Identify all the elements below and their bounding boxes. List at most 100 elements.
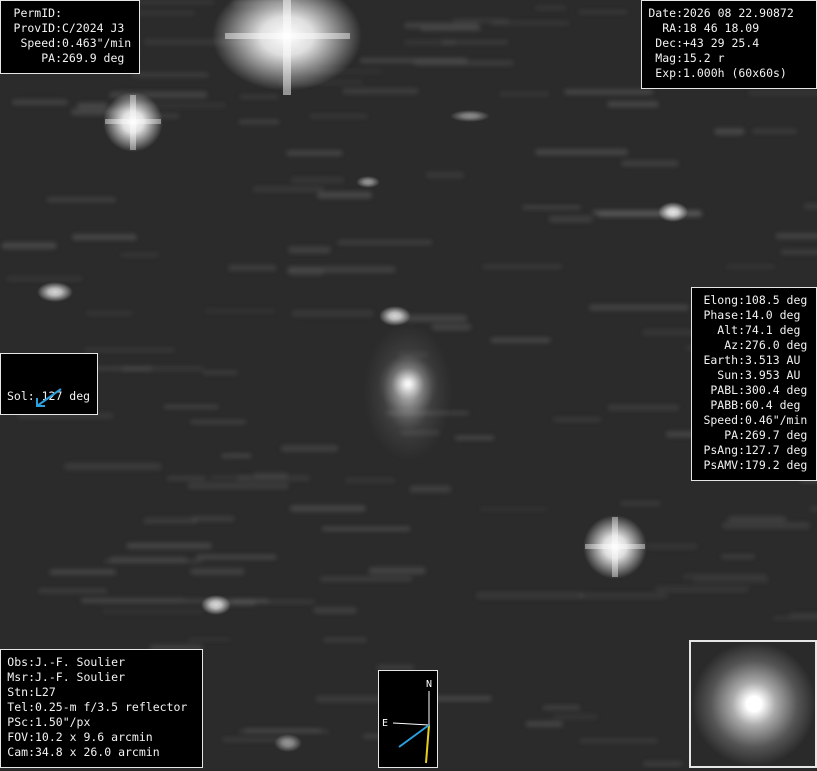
observer-info-row: Obs: J.-F. Soulier [7, 655, 196, 670]
object-info-panel: PermID: ProvID: C/2024 J3Speed: 0.463"/m… [0, 0, 140, 74]
observation-info-label: Exp: [648, 66, 683, 81]
geometry-info-row: Speed: 0.46"/min [698, 413, 810, 428]
observation-info-value: 2026 08 22.90872 [683, 6, 794, 21]
geometry-info-label: Az: [698, 338, 745, 353]
geometry-info-value: 3.953 AU [745, 368, 800, 383]
star-trail [221, 454, 251, 458]
observer-info-row: FOV: 10.2 x 9.6 arcmin [7, 730, 196, 745]
star-trail [102, 609, 204, 613]
star-trail [110, 556, 187, 563]
star-trail [804, 203, 817, 209]
object-info-label: ProvID: [7, 21, 62, 36]
geometry-info-value: 108.5 deg [745, 293, 807, 308]
star-trail [809, 506, 817, 512]
star-trail [752, 129, 797, 134]
star-trail [323, 638, 367, 642]
geometry-info-row: PABL: 300.4 deg [698, 383, 810, 398]
star-trail [655, 586, 749, 592]
geometry-info-panel: Elong: 108.5 degPhase: 14.0 degAlt: 74.1… [691, 287, 817, 481]
star-trail [345, 478, 395, 483]
star-trail [320, 577, 413, 582]
star-trail [288, 247, 331, 254]
star-trail [286, 151, 343, 156]
star-trail [122, 366, 205, 371]
geometry-info-value: 3.513 AU [745, 353, 800, 368]
star-trail [553, 418, 602, 422]
star-trail [535, 149, 628, 155]
observation-info-label: Mag: [648, 51, 683, 66]
star-trail [728, 516, 787, 522]
star-trail [2, 243, 57, 249]
geometry-info-row: PsAMV: 179.2 deg [698, 458, 810, 473]
star-trail [780, 250, 817, 255]
star-trail [455, 436, 495, 441]
observer-info-value: 34.8 x 26.0 arcmin [35, 745, 160, 760]
star-trail [290, 506, 366, 512]
star-trail [620, 501, 661, 505]
star-trail [190, 568, 244, 575]
observer-info-label: Obs: [7, 655, 35, 670]
observer-info-value: J.-F. Soulier [35, 670, 125, 685]
star-trail [360, 58, 468, 63]
geometry-info-value: 276.0 deg [745, 338, 807, 353]
observer-info-value: L27 [35, 685, 56, 700]
star-trail [6, 276, 83, 281]
star-trail [81, 598, 185, 603]
geometry-info-label: PABB: [698, 398, 745, 413]
star-left [103, 92, 163, 152]
observer-info-label: Cam: [7, 745, 35, 760]
geometry-info-label: PA: [698, 428, 745, 443]
star-trail [549, 216, 593, 223]
object-info-value: 0.463"/min [62, 36, 131, 51]
star-trail [748, 90, 817, 96]
object-info-value: 269.9 deg [62, 51, 124, 66]
observer-info-panel: Obs: J.-F. SoulierMsr: J.-F. SoulierStn:… [0, 649, 203, 768]
object-info-label: Speed: [7, 36, 62, 51]
object-info-value: C/2024 J3 [62, 21, 124, 36]
star-trail [543, 706, 581, 710]
geometry-info-label: Alt: [698, 323, 745, 338]
star-trail [404, 23, 479, 29]
star-trail [190, 420, 246, 424]
observer-info-label: FOV: [7, 730, 35, 745]
star-trail [38, 589, 107, 593]
geometry-info-label: Earth: [698, 353, 745, 368]
star-trail [210, 476, 251, 479]
star-trail [291, 310, 374, 317]
star-trail [203, 371, 238, 375]
sun-direction-arrow-icon [29, 384, 69, 414]
geometry-info-row: PA: 269.7 deg [698, 428, 810, 443]
star-trail [132, 73, 209, 77]
geometry-info-row: Alt: 74.1 deg [698, 323, 810, 338]
observation-info-value: 15.2 r [683, 51, 725, 66]
star-trail [491, 21, 570, 25]
star-trail [789, 613, 817, 617]
observation-info-row: Date: 2026 08 22.90872 [648, 6, 810, 21]
geometry-info-value: 179.2 deg [745, 458, 807, 473]
star-trail [252, 186, 324, 191]
star-trail [50, 570, 117, 575]
star-trail [589, 305, 689, 311]
star-trail [621, 160, 679, 166]
star-trail [553, 714, 598, 720]
observer-info-row: Msr: J.-F. Soulier [7, 670, 196, 685]
observer-info-row: Cam: 34.8 x 26.0 arcmin [7, 745, 196, 760]
observer-info-value: J.-F. Soulier [35, 655, 125, 670]
observation-info-value: +43 29 25.4 [683, 36, 759, 51]
star-trail [313, 607, 357, 613]
observer-info-value: 1.50"/px [35, 715, 90, 730]
star-trail [164, 405, 219, 408]
star-trail [426, 172, 464, 179]
star-trail [526, 721, 563, 727]
star-right [583, 515, 647, 579]
observation-info-row: RA: 18 46 18.09 [648, 21, 810, 36]
observer-info-label: Tel: [7, 700, 35, 715]
star-trail [239, 95, 278, 99]
object-info-label: PermID: [7, 6, 62, 21]
star-trail [64, 463, 161, 470]
east-label: E [382, 718, 388, 729]
observer-info-label: PSc: [7, 715, 35, 730]
star-trail [281, 445, 338, 451]
star-trail [239, 120, 280, 124]
star-trail [205, 309, 276, 313]
